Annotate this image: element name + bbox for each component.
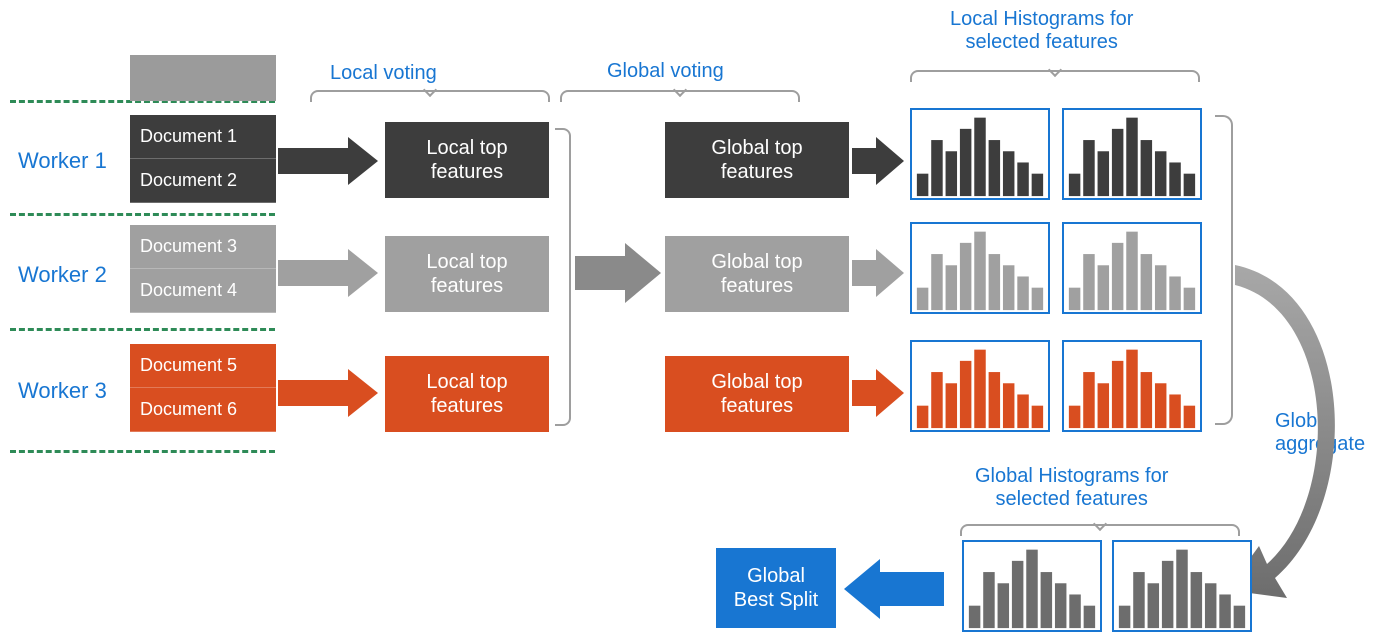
document-4: Document 4 bbox=[130, 269, 276, 313]
brace-local-hist bbox=[910, 70, 1200, 82]
global-hist-b bbox=[1112, 540, 1252, 632]
document-6: Document 6 bbox=[130, 388, 276, 432]
dash-4 bbox=[10, 450, 275, 453]
local-hist-w2-b bbox=[1062, 222, 1202, 314]
doc-header-block bbox=[130, 55, 276, 101]
dash-3 bbox=[10, 328, 275, 331]
document-1: Document 1 bbox=[130, 115, 276, 159]
local-hist-w1-a bbox=[910, 108, 1050, 200]
global-top-1: Global top features bbox=[665, 122, 849, 198]
global-best-split-box: Global Best Split bbox=[716, 548, 836, 628]
document-5: Document 5 bbox=[130, 344, 276, 388]
global-hist-a bbox=[962, 540, 1102, 632]
worker-2-label: Worker 2 bbox=[18, 262, 107, 288]
local-top-1: Local top features bbox=[385, 122, 549, 198]
local-hist-w2-a bbox=[910, 222, 1050, 314]
local-hist-w3-a bbox=[910, 340, 1050, 432]
label-global-histograms-title: Global Histograms for selected features bbox=[975, 465, 1168, 511]
dash-2 bbox=[10, 213, 275, 216]
brace-global-voting bbox=[560, 90, 800, 102]
local-top-3: Local top features bbox=[385, 356, 549, 432]
brace-local-voting bbox=[310, 90, 550, 102]
worker-1-label: Worker 1 bbox=[18, 148, 107, 174]
label-local-histograms-title: Local Histograms for selected features bbox=[950, 8, 1133, 54]
brace-local-to-global bbox=[555, 128, 571, 426]
brace-global-hist bbox=[960, 524, 1240, 536]
worker-3-label: Worker 3 bbox=[18, 378, 107, 404]
global-top-2: Global top features bbox=[665, 236, 849, 312]
label-local-voting: Local voting bbox=[330, 62, 437, 85]
document-2: Document 2 bbox=[130, 159, 276, 203]
document-3: Document 3 bbox=[130, 225, 276, 269]
label-global-voting: Global voting bbox=[607, 60, 724, 83]
global-top-3: Global top features bbox=[665, 356, 849, 432]
local-top-2: Local top features bbox=[385, 236, 549, 312]
local-hist-w1-b bbox=[1062, 108, 1202, 200]
local-hist-w3-b bbox=[1062, 340, 1202, 432]
